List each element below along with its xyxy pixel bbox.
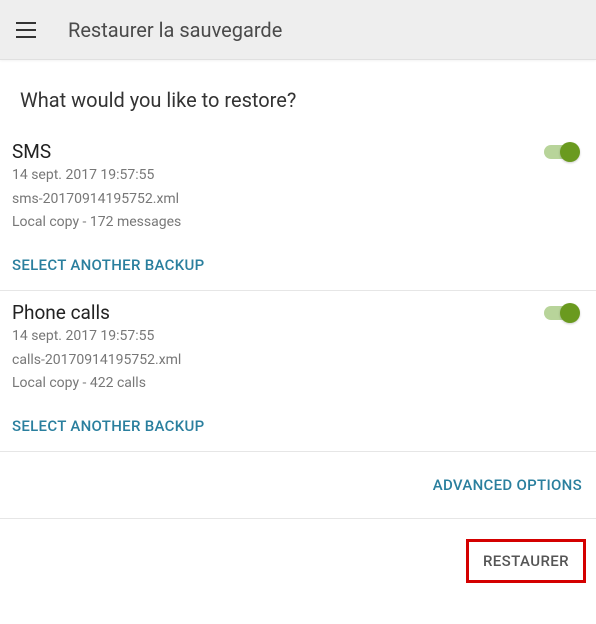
restore-button[interactable]: RESTAURER [466, 539, 586, 583]
menu-icon[interactable] [16, 18, 40, 42]
appbar-title: Restaurer la sauvegarde [68, 18, 282, 42]
sms-title: SMS [12, 140, 181, 163]
advanced-row: ADVANCED OPTIONS [0, 452, 596, 519]
sms-date: 14 sept. 2017 19:57:55 [12, 165, 181, 187]
calls-toggle[interactable] [544, 303, 580, 323]
calls-file: calls-20170914195752.xml [12, 350, 181, 372]
calls-section: Phone calls 14 sept. 2017 19:57:55 calls… [0, 291, 596, 452]
calls-date: 14 sept. 2017 19:57:55 [12, 326, 181, 348]
sms-summary: Local copy - 172 messages [12, 212, 181, 234]
sms-select-another-button[interactable]: SELECT ANOTHER BACKUP [12, 256, 205, 274]
action-row: RESTAURER [0, 519, 596, 603]
appbar: Restaurer la sauvegarde [0, 0, 596, 60]
content: What would you like to restore? SMS 14 s… [0, 60, 596, 603]
sms-file: sms-20170914195752.xml [12, 189, 181, 211]
advanced-options-button[interactable]: ADVANCED OPTIONS [433, 476, 582, 494]
calls-select-another-button[interactable]: SELECT ANOTHER BACKUP [12, 417, 205, 435]
calls-title: Phone calls [12, 301, 181, 324]
sms-toggle[interactable] [544, 142, 580, 162]
calls-summary: Local copy - 422 calls [12, 373, 181, 395]
sms-section: SMS 14 sept. 2017 19:57:55 sms-201709141… [0, 130, 596, 291]
restore-prompt: What would you like to restore? [0, 78, 596, 130]
